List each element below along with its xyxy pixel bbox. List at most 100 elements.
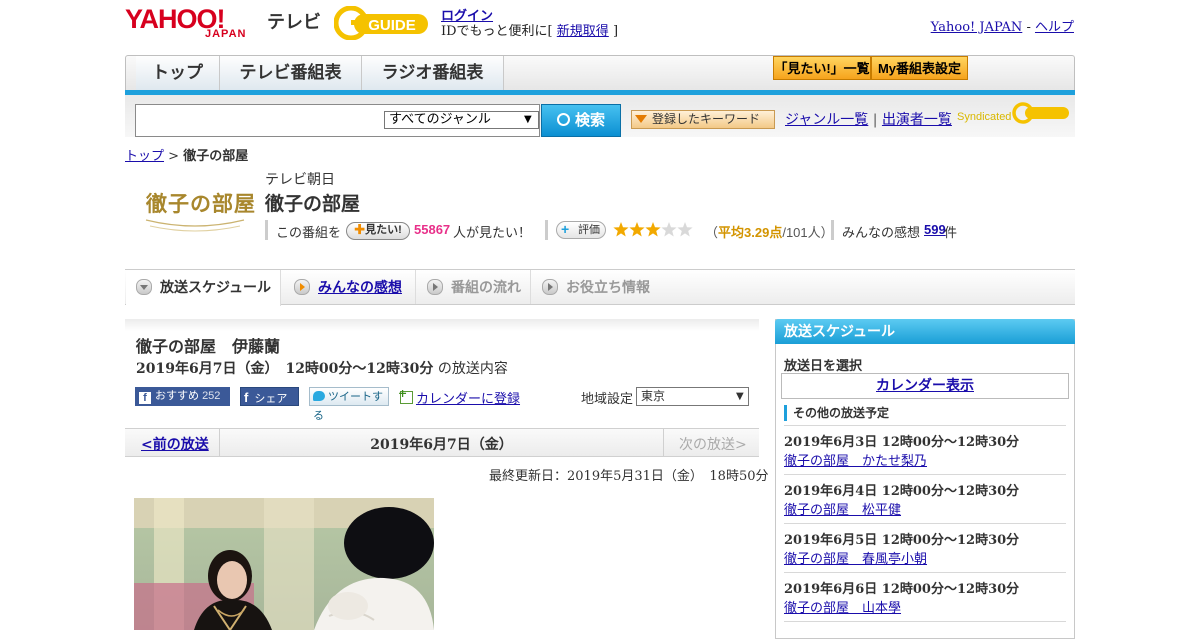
tab-schedule[interactable]: 放送スケジュール [126, 270, 281, 306]
previous-episode-link[interactable]: <前の放送 [141, 434, 209, 454]
episode-datetime: 2019年6月7日（金） 12時00分～12時30分 [136, 361, 434, 377]
yahoo-japan-link[interactable]: Yahoo! JAPAN [931, 20, 1023, 35]
register-link[interactable]: 新規取得 [557, 24, 609, 39]
list-item: 2019年6月4日 12時00分～12時30分 徹子の部屋 松平健 [784, 474, 1066, 523]
gguide-logo-text: GUIDE [368, 17, 416, 34]
registered-keyword-button[interactable]: 登録したキーワード [631, 110, 775, 129]
rating-stars [613, 222, 693, 237]
genre-links: ジャンル一覧 | 出演者一覧 [785, 109, 952, 129]
list-divider [784, 621, 1066, 630]
star-icon [661, 222, 677, 237]
top-links-separator: - [1026, 20, 1031, 35]
add-to-calendar-label: カレンダーに登録 [416, 392, 521, 407]
rating-button-label: 評価 [578, 224, 600, 236]
other-broadcasts-label: その他の放送予定 [784, 405, 889, 421]
broadcast-title-link[interactable]: 徹子の部屋 春風亭小朝 [784, 548, 927, 567]
episode-datetime-suffix: の放送内容 [437, 361, 508, 377]
facebook-icon: f [139, 392, 151, 404]
gguide-logo[interactable]: GUIDE [333, 5, 432, 41]
facebook-recommend-count: 252 [202, 390, 221, 402]
mitai-list-button[interactable]: 「見たい!」一覧 [773, 56, 871, 80]
breadcrumb: トップ > 徹子の部屋 [125, 145, 248, 164]
plus-icon: ✚ [354, 224, 366, 236]
stats-divider [831, 220, 834, 240]
region-label: 地域設定 [581, 392, 634, 407]
search-button-label: 検索 [574, 112, 605, 129]
star-icon [629, 222, 645, 237]
tweet-button[interactable]: ツイートする [309, 387, 389, 422]
genre-list-link[interactable]: ジャンル一覧 [785, 112, 868, 128]
impressions-suffix: 件 [944, 225, 958, 240]
sidebar-select-date-label: 放送日を選択 [784, 359, 863, 374]
program-stats: この番組を ✚見たい! 55867 人が見たい！ + 評価 （平均3.29点/10… [265, 220, 1075, 240]
gguide-small-logo [1012, 102, 1070, 124]
list-item: 2019年6月5日 12時00分～12時30分 徹子の部屋 春風亭小朝 [784, 523, 1066, 572]
circle-down-icon [136, 279, 152, 295]
rating-average: 平均3.29点 [718, 225, 783, 240]
tv-logo-text: テレビ [267, 12, 321, 32]
circle-right-icon [427, 279, 443, 295]
mitai-count: 55867 [414, 222, 451, 237]
register-prefix: IDでもっと便利に[ [441, 24, 553, 39]
search-button[interactable]: 検索 [541, 104, 621, 137]
star-icon [645, 222, 661, 237]
next-episode-label: 次の放送> [679, 437, 747, 453]
stats-divider [545, 220, 548, 240]
help-link[interactable]: ヘルプ [1035, 20, 1074, 35]
triangle-down-icon [635, 115, 647, 123]
region-select[interactable]: 東京 [636, 387, 749, 406]
breadcrumb-current: 徹子の部屋 [183, 149, 249, 164]
nav-tab-tv-schedule[interactable]: テレビ番組表 [220, 56, 362, 90]
chevron-down-icon: ▼ [736, 391, 744, 402]
episode-photo [134, 498, 434, 630]
current-episode-date: 2019年6月7日（金） [370, 437, 513, 453]
register-suffix: ] [612, 24, 619, 39]
facebook-share-button[interactable]: f シェア [240, 387, 299, 406]
facebook-icon: f [244, 390, 249, 405]
stats-divider [265, 220, 268, 240]
circle-right-icon [542, 279, 558, 295]
nav-tab-radio-schedule[interactable]: ラジオ番組表 [362, 56, 504, 90]
broadcast-date: 2019年6月5日 12時00分～12時30分 [784, 533, 1020, 548]
facebook-recommend-button[interactable]: f おすすめ 252 [135, 387, 230, 406]
performer-list-link[interactable]: 出演者一覧 [882, 112, 952, 128]
tab-useful-info-label: お役立ち情報 [566, 279, 650, 295]
yahoo-japan-logo-text: JAPAN [205, 28, 247, 40]
program-title: 徹子の部屋 [265, 194, 361, 215]
chevron-down-icon: ▼ [524, 114, 532, 125]
plus-icon: + [561, 221, 570, 237]
broadcast-title-link[interactable]: 徹子の部屋 山本學 [784, 597, 901, 616]
broadcast-title-link[interactable]: 徹子の部屋 かたせ梨乃 [784, 450, 927, 469]
mitai-button-label: 見たい! [365, 224, 402, 236]
tab-schedule-label: 放送スケジュール [160, 279, 272, 295]
tab-impressions[interactable]: みんなの感想 [282, 270, 416, 304]
star-icon [677, 222, 693, 237]
last-updated: 最終更新日：2019年5月31日（金） 18時50分 [489, 469, 769, 484]
genre-select[interactable]: すべてのジャンル [384, 111, 539, 129]
genre-links-divider: | [872, 112, 878, 128]
rating-open-paren: （ [705, 225, 719, 240]
tab-program-flow[interactable]: 番組の流れ [417, 270, 531, 304]
circle-right-icon [294, 279, 310, 295]
sidebar-title: 放送スケジュール [775, 319, 1075, 344]
add-to-calendar-link[interactable]: + カレンダーに登録 [398, 387, 521, 407]
tab-impressions-link[interactable]: みんなの感想 [318, 279, 402, 295]
list-item: 2019年6月3日 12時00分～12時30分 徹子の部屋 かたせ梨乃 [784, 425, 1066, 474]
impressions-count-link[interactable]: 599 [924, 222, 946, 237]
register-line: IDでもっと便利に[ 新規取得 ] [441, 20, 618, 39]
star-icon [613, 222, 629, 237]
tab-useful-info[interactable]: お役立ち情報 [532, 270, 662, 304]
breadcrumb-top-link[interactable]: トップ [125, 149, 164, 164]
list-item: 2019年6月6日 12時00分～12時30分 徹子の部屋 山本學 [784, 572, 1066, 621]
impressions-label: みんなの感想 [842, 225, 921, 240]
mitai-button[interactable]: ✚見たい! [346, 222, 410, 240]
broadcast-title-link[interactable]: 徹子の部屋 松平健 [784, 499, 901, 518]
calendar-view-button[interactable]: カレンダー表示 [781, 373, 1069, 399]
my-schedule-settings-button[interactable]: My番組表設定 [871, 56, 968, 80]
this-program-label: この番組を [276, 225, 342, 240]
station-name: テレビ朝日 [265, 171, 335, 187]
rating-button[interactable]: + 評価 [556, 221, 606, 239]
episode-title: 徹子の部屋 伊藤蘭 [136, 339, 281, 356]
nav-tab-top[interactable]: トップ [136, 56, 220, 90]
broadcast-date: 2019年6月6日 12時00分～12時30分 [784, 582, 1020, 597]
